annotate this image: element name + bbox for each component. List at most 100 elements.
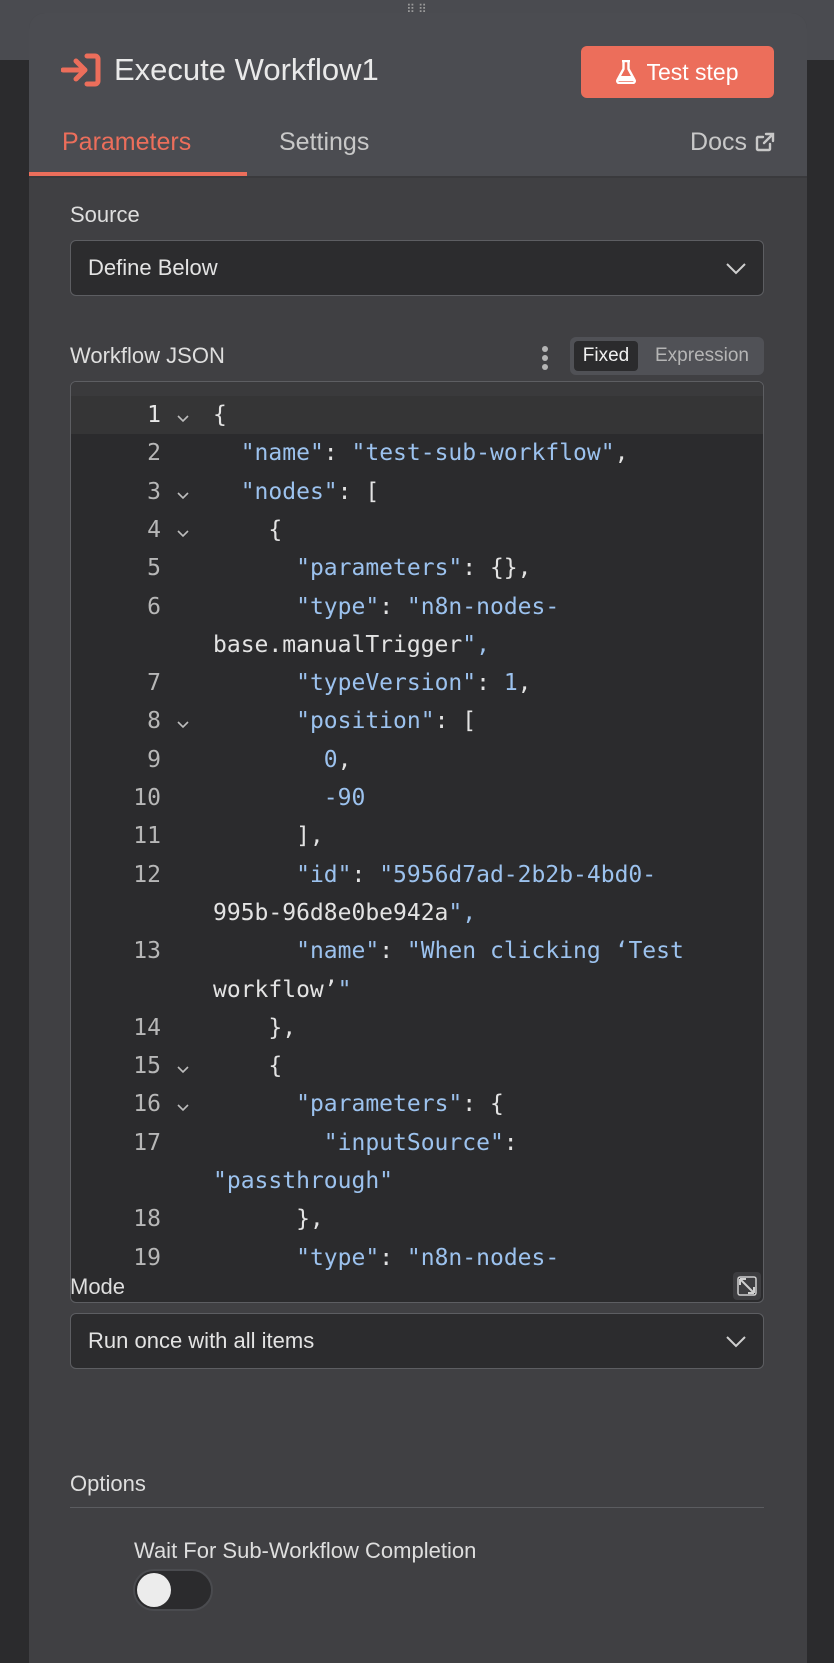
- expand-icon: [737, 1276, 757, 1296]
- mode-select[interactable]: Run once with all items: [70, 1313, 764, 1369]
- code-text: },: [213, 1206, 324, 1233]
- fold-chevron-icon[interactable]: [175, 1085, 191, 1123]
- code-line[interactable]: 1{: [71, 396, 763, 434]
- wait-completion-label: Wait For Sub-Workflow Completion: [134, 1538, 477, 1563]
- workflow-json-label: Workflow JSON: [70, 343, 225, 368]
- code-line[interactable]: 8 "position": [: [71, 702, 763, 740]
- code-text: "position": [: [296, 708, 477, 735]
- fold-chevron-icon[interactable]: [175, 396, 191, 434]
- options-label: Options: [70, 1471, 146, 1496]
- execute-workflow-icon: [61, 53, 101, 87]
- node-title[interactable]: Execute Workflow1: [114, 51, 379, 89]
- code-text: "parameters": {: [296, 1091, 504, 1118]
- mode-label: Mode: [70, 1274, 126, 1299]
- code-line[interactable]: 17 "inputSource":: [71, 1124, 763, 1162]
- line-number: 4: [147, 516, 161, 543]
- line-number: 3: [147, 478, 161, 505]
- wait-completion-toggle[interactable]: [133, 1569, 213, 1611]
- code-line[interactable]: 995b-96d8e0be942a",: [71, 894, 763, 932]
- code-text: -90: [323, 785, 366, 811]
- code-text: {: [213, 402, 227, 428]
- chevron-down-icon: [726, 1336, 746, 1348]
- source-label: Source: [70, 202, 140, 227]
- code-line[interactable]: 10 -90: [71, 779, 763, 817]
- line-number: 5: [147, 555, 161, 582]
- node-settings-panel: Execute Workflow1 Test step Parameters S…: [29, 13, 807, 1663]
- code-line[interactable]: 4 {: [71, 511, 763, 549]
- external-link-icon: [755, 132, 775, 152]
- line-number: 17: [133, 1129, 161, 1156]
- source-value: Define Below: [88, 255, 218, 280]
- editor-top-bar: [71, 382, 763, 396]
- code-line[interactable]: 16 "parameters": {: [71, 1085, 763, 1123]
- code-line[interactable]: 7 "typeVersion": 1,: [71, 664, 763, 702]
- fold-chevron-icon[interactable]: [175, 511, 191, 549]
- code-text: "parameters": {},: [296, 555, 532, 582]
- code-line[interactable]: 15 {: [71, 1047, 763, 1085]
- tab-settings[interactable]: Settings: [279, 126, 369, 158]
- fold-chevron-icon[interactable]: [175, 702, 191, 740]
- json-code-editor[interactable]: 1{2 "name": "test-sub-workflow", 3 "nodes…: [70, 381, 764, 1303]
- code-text: "type": "n8n-nodes-: [296, 593, 560, 620]
- code-line[interactable]: 9 0,: [71, 741, 763, 779]
- line-number: 9: [147, 746, 161, 773]
- code-text: 0,: [323, 746, 352, 773]
- code-text: "nodes": [: [240, 478, 380, 505]
- code-text: ],: [213, 823, 324, 850]
- code-text: "typeVersion": 1,: [296, 670, 532, 697]
- tab-docs[interactable]: Docs: [690, 126, 775, 158]
- code-line[interactable]: base.manualTrigger",: [71, 626, 763, 664]
- code-line[interactable]: "passthrough": [71, 1162, 763, 1200]
- test-step-label: Test step: [646, 58, 739, 85]
- panel-header: Execute Workflow1 Test step Parameters S…: [29, 13, 807, 178]
- line-number: 19: [133, 1244, 161, 1271]
- code-line[interactable]: 5 "parameters": {},: [71, 549, 763, 587]
- line-number: 16: [133, 1091, 161, 1118]
- code-line[interactable]: 11 ],: [71, 817, 763, 855]
- code-line[interactable]: workflow’": [71, 971, 763, 1009]
- expression-mode-button[interactable]: Expression: [644, 341, 760, 371]
- code-text: "name": "When clicking ‘Test: [296, 938, 684, 965]
- line-number: 1: [147, 402, 161, 428]
- line-number: 8: [147, 708, 161, 735]
- code-line[interactable]: 18 },: [71, 1200, 763, 1238]
- code-line[interactable]: 2 "name": "test-sub-workflow",: [71, 434, 763, 472]
- code-line[interactable]: 12 "id": "5956d7ad-2b2b-4bd0-: [71, 856, 763, 894]
- line-number: 18: [133, 1206, 161, 1233]
- code-line[interactable]: 13 "name": "When clicking ‘Test: [71, 932, 763, 970]
- toggle-knob: [137, 1573, 171, 1607]
- code-text: },: [213, 1014, 297, 1041]
- chevron-down-icon: [726, 263, 746, 275]
- line-number: 14: [133, 1014, 161, 1041]
- code-line[interactable]: 14 },: [71, 1009, 763, 1047]
- fixed-expression-toggle: Fixed Expression: [570, 337, 764, 375]
- code-line[interactable]: 3 "nodes": [: [71, 473, 763, 511]
- line-number: 15: [133, 1053, 161, 1080]
- code-line[interactable]: 19 "type": "n8n-nodes-: [71, 1239, 763, 1277]
- line-number: 12: [133, 861, 161, 888]
- code-text: {: [213, 1053, 283, 1080]
- code-text: base.manualTrigger",: [213, 631, 490, 658]
- line-number: 10: [133, 785, 161, 811]
- code-text: "passthrough": [213, 1168, 394, 1194]
- test-step-button[interactable]: Test step: [581, 46, 774, 98]
- code-text: 995b-96d8e0be942a",: [213, 899, 477, 926]
- line-number: 7: [147, 670, 161, 697]
- docs-label: Docs: [690, 128, 747, 156]
- line-number: 13: [133, 938, 161, 965]
- options-divider: [70, 1507, 764, 1508]
- expand-editor-button[interactable]: [733, 1272, 761, 1300]
- line-number: 11: [133, 823, 161, 850]
- line-number: 2: [147, 440, 161, 467]
- code-text: "type": "n8n-nodes-: [296, 1244, 560, 1271]
- source-select[interactable]: Define Below: [70, 240, 764, 296]
- fixed-mode-button[interactable]: Fixed: [574, 341, 638, 371]
- fold-chevron-icon[interactable]: [175, 473, 191, 511]
- code-text: "name": "test-sub-workflow",: [240, 440, 629, 467]
- code-line[interactable]: 6 "type": "n8n-nodes-: [71, 588, 763, 626]
- tab-parameters[interactable]: Parameters: [62, 126, 191, 158]
- more-options-icon[interactable]: [540, 345, 550, 371]
- flask-icon: [616, 60, 637, 84]
- fold-chevron-icon[interactable]: [175, 1047, 191, 1085]
- code-text: {: [213, 516, 283, 543]
